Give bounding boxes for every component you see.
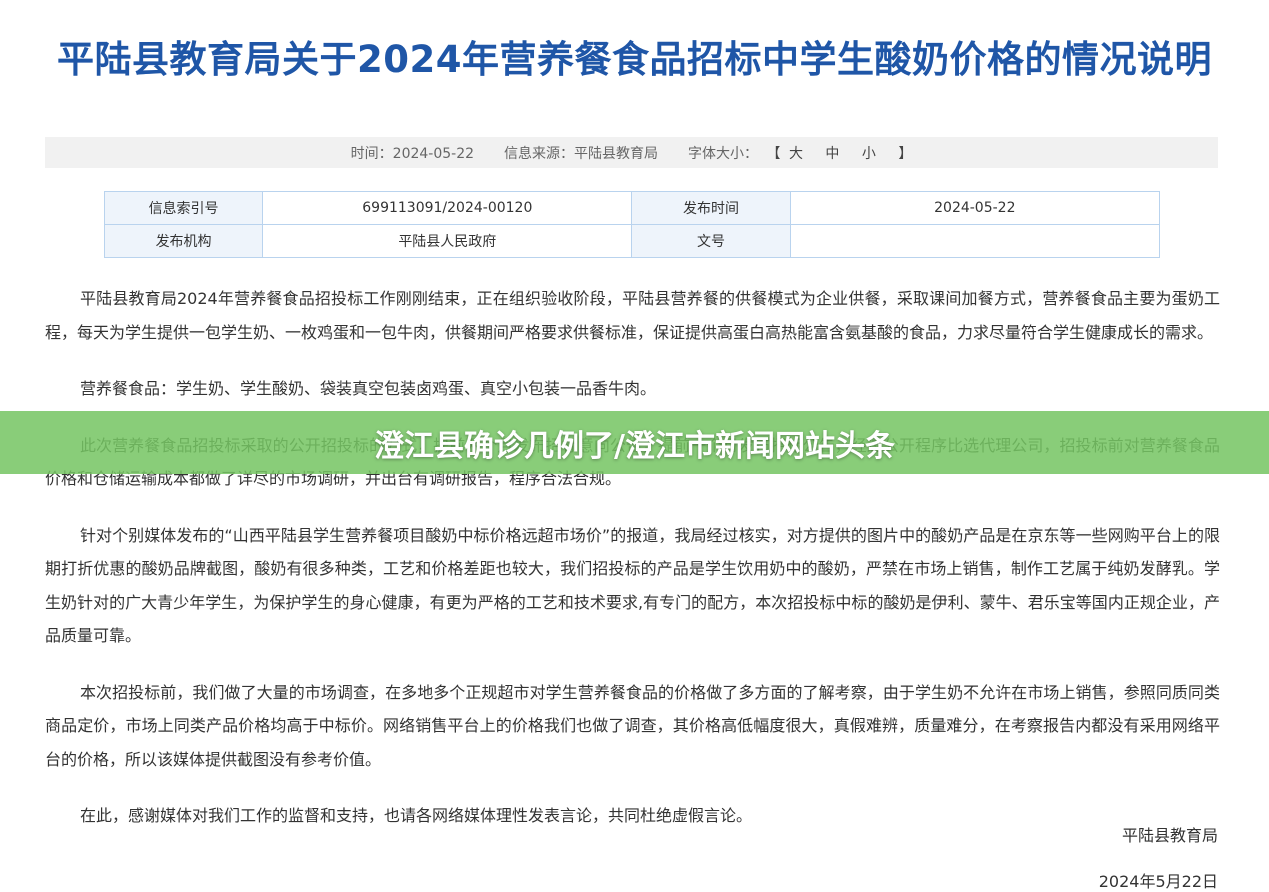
signature-date: 2024年5月22日 bbox=[1098, 872, 1218, 891]
body-paragraph: 在此，感谢媒体对我们工作的监督和支持，也请各网络媒体理性发表言论，共同杜绝虚假言… bbox=[80, 806, 753, 825]
info-value: 2024-05-22 bbox=[789, 191, 1161, 225]
bracket-open: 【 bbox=[766, 145, 781, 162]
info-key: 文号 bbox=[631, 224, 791, 258]
page-title: 平陆县教育局关于2024年营养餐食品招标中学生酸奶价格的情况说明 bbox=[57, 37, 1212, 81]
font-size-medium-button[interactable]: 中 bbox=[825, 146, 839, 162]
headline-overlay-banner: 澄江县确诊几例了/澄江市新闻网站头条 bbox=[0, 411, 1269, 474]
body-paragraph: 本次招投标前，我们做了大量的市场调查，在多地多个正规超市对学生营养餐食品的价格做… bbox=[45, 682, 1220, 769]
font-size-small-button[interactable]: 小 bbox=[862, 146, 876, 162]
info-key: 发布机构 bbox=[103, 224, 264, 258]
font-size-label: 字体大小： bbox=[688, 145, 759, 162]
body-paragraph: 针对个别媒体发布的“山西平陆县学生营养餐项目酸奶中标价格远超市场价”的报道，我局… bbox=[45, 525, 1220, 646]
info-row: 信息索引号 699113091/2024-00120 发布时间 2024-05-… bbox=[103, 191, 1161, 225]
bracket-close: 】 bbox=[898, 145, 913, 162]
info-source: 信息来源：平陆县教育局 bbox=[504, 145, 659, 162]
info-value: 平陆县人民政府 bbox=[262, 224, 633, 258]
info-key: 信息索引号 bbox=[103, 191, 264, 225]
article-body: 平陆县教育局2024年营养餐食品招投标工作刚刚结束，正在组织验收阶段，平陆县营养… bbox=[45, 282, 1220, 856]
info-row: 发布机构 平陆县人民政府 文号 bbox=[103, 224, 1161, 258]
info-key: 发布时间 bbox=[631, 191, 791, 225]
font-size-large-button[interactable]: 大 bbox=[789, 146, 803, 162]
signature-org: 平陆县教育局 bbox=[1121, 826, 1218, 845]
article-meta-bar: 时间：2024-05-22 信息来源：平陆县教育局 字体大小： 【 大 中 小 … bbox=[45, 137, 1218, 168]
info-table: 信息索引号 699113091/2024-00120 发布时间 2024-05-… bbox=[103, 191, 1161, 258]
body-paragraph: 营养餐食品：学生奶、学生酸奶、袋装真空包装卤鸡蛋、真空小包装一品香牛肉。 bbox=[80, 379, 657, 398]
info-value bbox=[789, 224, 1161, 258]
body-paragraph: 平陆县教育局2024年营养餐食品招投标工作刚刚结束，正在组织验收阶段，平陆县营养… bbox=[45, 289, 1220, 342]
overlay-headline: 澄江县确诊几例了/澄江市新闻网站头条 bbox=[374, 428, 895, 464]
publish-time: 时间：2024-05-22 bbox=[350, 145, 475, 162]
font-size-control: 字体大小： 【 大 中 小 】 bbox=[688, 143, 912, 163]
info-value: 699113091/2024-00120 bbox=[262, 191, 633, 225]
